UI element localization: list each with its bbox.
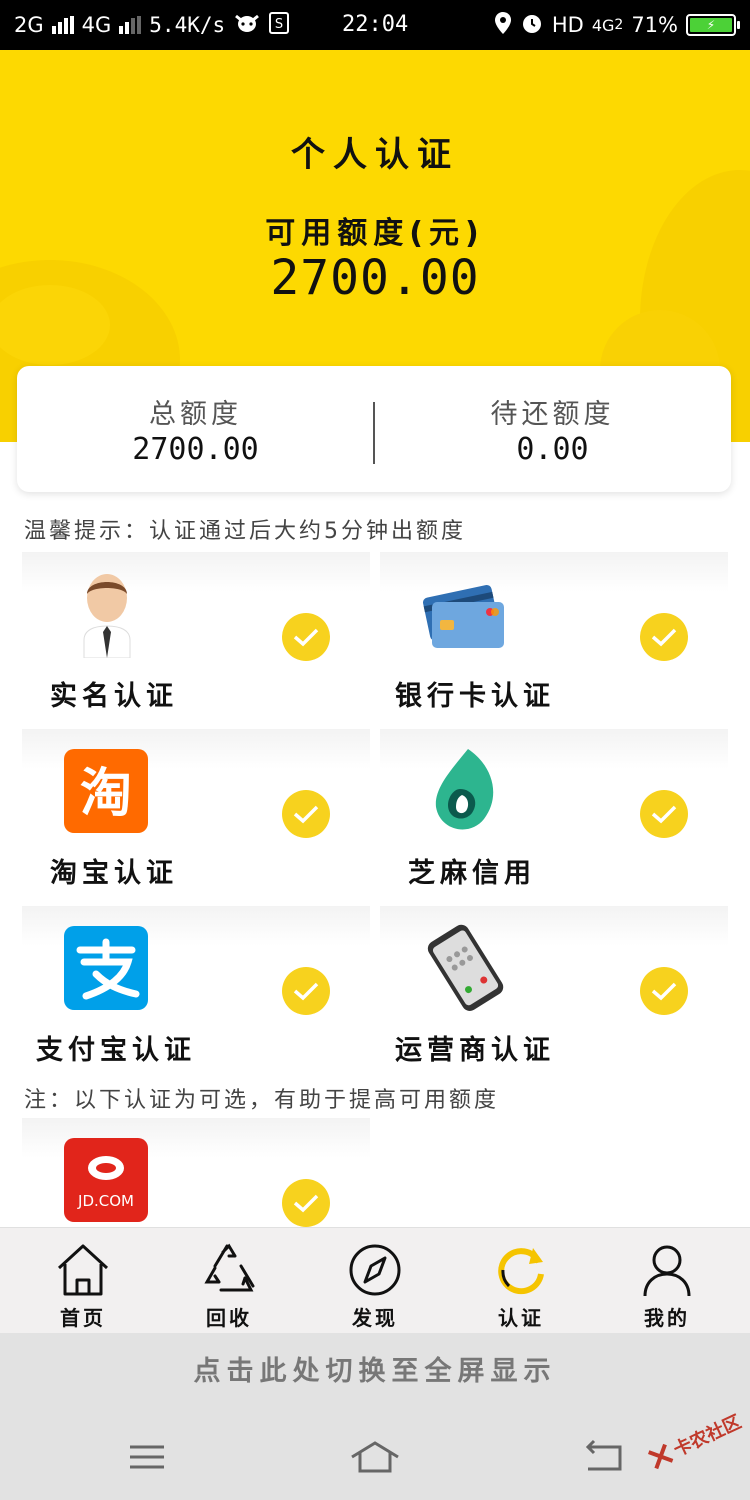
cow-icon	[233, 12, 261, 39]
phone-icon	[420, 922, 510, 1012]
nav-label: 首页	[60, 1306, 106, 1330]
pending-repay: 待还额度 0.00	[374, 366, 731, 492]
bottom-nav: 首页 回收 发现 认证 我的	[0, 1227, 750, 1334]
cert-label: 运营商认证	[395, 1035, 555, 1066]
verified-check-icon	[282, 613, 330, 661]
nav-discover[interactable]: 发现	[300, 1228, 450, 1334]
cert-label: 银行卡认证	[395, 681, 555, 712]
total-credit-value: 2700.00	[132, 432, 259, 467]
network-type-label: 4G	[591, 15, 615, 35]
total-credit-label: 总额度	[149, 399, 242, 430]
cert-item-taobao[interactable]: 淘 淘宝认证	[22, 729, 370, 899]
nav-home[interactable]: 首页	[8, 1228, 158, 1334]
cert-label: 淘宝认证	[50, 858, 178, 889]
home-button-icon[interactable]	[350, 1437, 400, 1477]
nav-certify[interactable]: 认证	[446, 1228, 596, 1334]
verified-check-icon	[282, 967, 330, 1015]
fullscreen-hint-text: 点击此处切换至全屏显示	[193, 1356, 557, 1387]
signal-icon-2	[119, 16, 142, 34]
menu-icon[interactable]	[122, 1437, 172, 1477]
credit-summary-card: 总额度 2700.00 待还额度 0.00	[17, 366, 731, 492]
svg-text:JD.COM: JD.COM	[77, 1192, 134, 1210]
available-credit-label: 可用额度(元)	[265, 216, 485, 251]
recycle-icon	[201, 1242, 257, 1298]
network-sim-label: 2	[614, 17, 624, 33]
nav-mine[interactable]: 我的	[592, 1228, 742, 1334]
refresh-icon	[493, 1242, 549, 1298]
bank-card-icon	[420, 568, 510, 658]
status-bar: 2G 4G 5.4K/s S 22:04 HD 4G 2 71% ⚡	[0, 0, 750, 50]
network-2g-label: 2G	[14, 13, 44, 37]
sim-icon: S	[269, 11, 290, 39]
verified-check-icon	[640, 967, 688, 1015]
network-speed: 5.4K/s	[149, 13, 226, 37]
person-icon	[62, 568, 152, 659]
svg-text:S: S	[275, 17, 283, 32]
nav-label: 回收	[206, 1306, 252, 1330]
page-title: 个人认证	[291, 135, 459, 175]
cert-item-jd[interactable]: JD.COM	[22, 1118, 370, 1227]
verified-check-icon	[282, 1179, 330, 1227]
battery-percent: 71%	[631, 13, 678, 37]
verified-check-icon	[640, 790, 688, 838]
cert-item-bankcard[interactable]: 银行卡认证	[380, 552, 728, 722]
fullscreen-toggle[interactable]: 点击此处切换至全屏显示	[0, 1333, 750, 1415]
pending-repay-value: 0.00	[516, 432, 589, 467]
pending-repay-label: 待还额度	[490, 399, 615, 430]
system-nav-bar	[0, 1415, 750, 1500]
battery-icon: ⚡	[686, 14, 740, 36]
available-credit-value: 2700.00	[270, 250, 480, 306]
nav-recycle[interactable]: 回收	[154, 1228, 304, 1334]
verified-check-icon	[282, 790, 330, 838]
verified-check-icon	[640, 613, 688, 661]
nav-label: 发现	[352, 1306, 398, 1330]
alipay-icon	[62, 922, 152, 1012]
hd-label: HD	[551, 13, 584, 37]
sesame-credit-icon	[420, 745, 510, 835]
signal-icon	[51, 16, 74, 34]
tip-text: 温馨提示：认证通过后大约5分钟出额度	[24, 519, 466, 544]
cert-item-realname[interactable]: 实名认证	[22, 552, 370, 722]
back-icon[interactable]	[578, 1437, 628, 1477]
optional-note: 注：以下认证为可选，有助于提高可用额度	[24, 1088, 500, 1113]
nav-label: 认证	[498, 1306, 544, 1330]
taobao-icon: 淘	[62, 745, 152, 835]
watermark-text: 卡农社区	[670, 1411, 745, 1462]
cert-label: 芝麻信用	[408, 858, 536, 889]
user-icon	[639, 1242, 695, 1298]
total-credit: 总额度 2700.00	[17, 366, 374, 492]
location-icon	[494, 11, 512, 40]
compass-icon	[347, 1242, 403, 1298]
svg-text:淘: 淘	[80, 764, 132, 824]
jd-icon: JD.COM	[62, 1134, 152, 1224]
cert-item-alipay[interactable]: 支付宝认证	[22, 906, 370, 1076]
cert-item-sesame[interactable]: 芝麻信用	[380, 729, 728, 899]
cert-item-carrier[interactable]: 运营商认证	[380, 906, 728, 1076]
network-4g-label: 4G	[81, 13, 112, 37]
home-icon	[55, 1242, 111, 1298]
nav-label: 我的	[644, 1306, 690, 1330]
clock: 22:04	[342, 12, 409, 37]
alarm-icon	[520, 11, 544, 40]
cert-label: 实名认证	[50, 681, 178, 712]
cert-label: 支付宝认证	[36, 1035, 196, 1066]
